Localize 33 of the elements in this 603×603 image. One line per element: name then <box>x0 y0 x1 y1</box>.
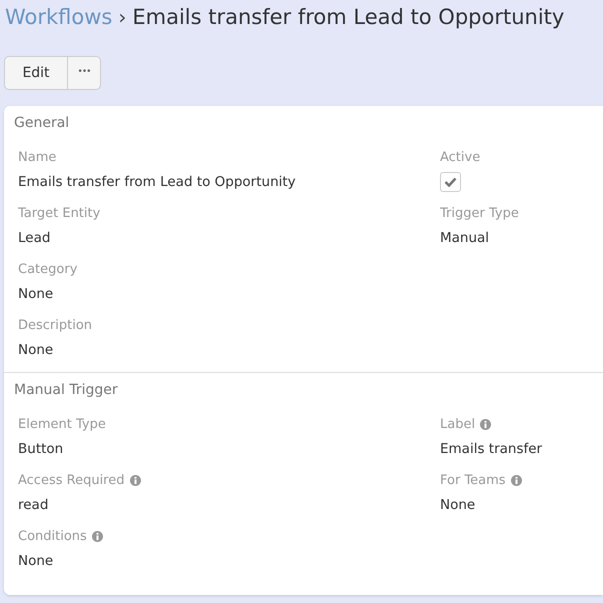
page-title: Emails transfer from Lead to Opportunity <box>132 4 564 31</box>
field-value: read <box>18 496 50 514</box>
section-title: General <box>13 114 70 133</box>
active-checkbox[interactable] <box>440 172 461 192</box>
field-label: Label <box>440 416 476 434</box>
more-button[interactable]: ••• <box>67 56 101 90</box>
info-icon[interactable] <box>92 531 103 542</box>
check-icon <box>444 176 457 186</box>
field-label: Element Type <box>18 416 106 434</box>
edit-button[interactable]: Edit <box>4 56 68 90</box>
field-label: Description <box>18 317 92 335</box>
field-value: Button <box>18 440 64 458</box>
field-label: For Teams <box>440 472 506 490</box>
field-value: Lead <box>18 228 52 248</box>
breadcrumb-separator: › <box>118 4 126 31</box>
field-value: Emails transfer <box>440 440 544 458</box>
field-label: Target Entity <box>18 205 100 223</box>
section-title: Manual Trigger <box>13 381 119 400</box>
field-value: None <box>18 552 54 570</box>
field-value: None <box>18 284 54 304</box>
field-value: None <box>18 340 54 360</box>
field-label: Access Required <box>18 472 124 490</box>
field-value: Manual <box>440 228 490 248</box>
field-label: Category <box>18 261 78 279</box>
field-value: Emails transfer from Lead to Opportunity <box>18 172 297 192</box>
field-label: Name <box>18 149 56 167</box>
info-icon[interactable] <box>510 475 522 486</box>
field-value: None <box>440 496 476 514</box>
field-label: Trigger Type <box>440 205 519 223</box>
info-icon[interactable] <box>130 475 140 486</box>
field-label: Conditions <box>18 528 87 546</box>
info-icon[interactable] <box>480 419 492 430</box>
field-label: Active <box>440 149 480 167</box>
